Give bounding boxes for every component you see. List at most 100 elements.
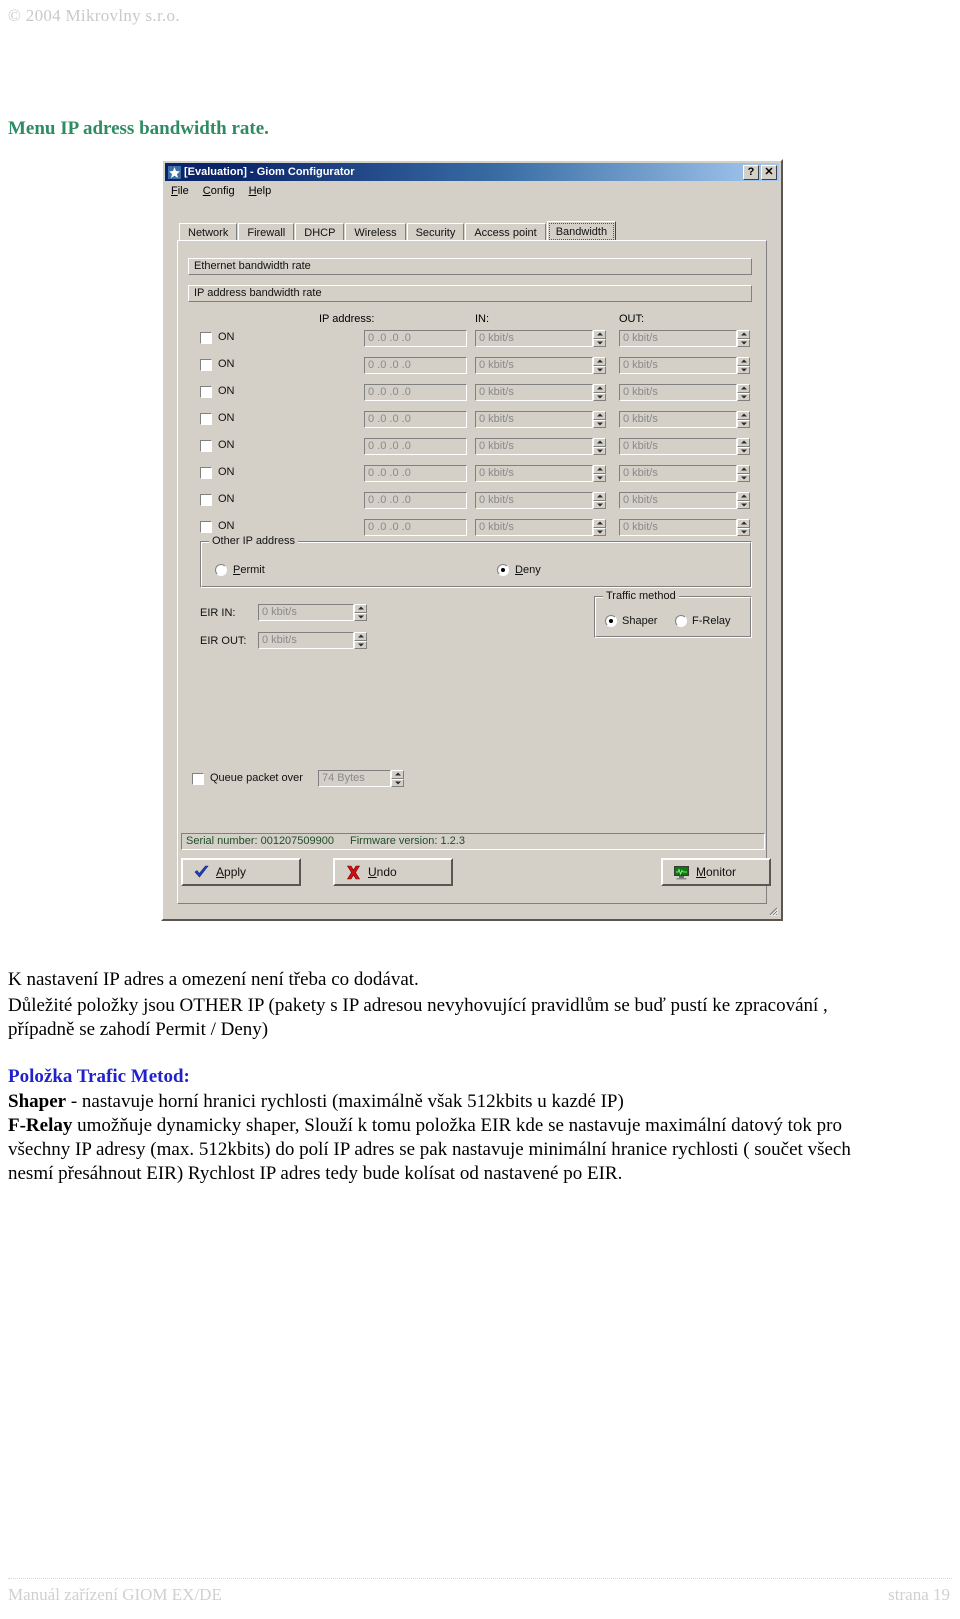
row-out-input[interactable]: 0 kbit/s: [619, 411, 737, 428]
row-in-spinner[interactable]: [593, 411, 606, 428]
row-out-spinner[interactable]: [737, 465, 750, 482]
row-enable-checkbox[interactable]: [200, 386, 212, 398]
row-enable-label: ON: [218, 385, 235, 397]
trafic-metod-heading: Položka Trafic Metod:: [8, 1066, 190, 1087]
footer-divider: [8, 1578, 952, 1579]
row-ip-input[interactable]: 0 .0 .0 .0: [364, 384, 467, 401]
row-out-input[interactable]: 0 kbit/s: [619, 330, 737, 347]
row-out-spinner[interactable]: [737, 492, 750, 509]
row-enable-checkbox[interactable]: [200, 413, 212, 425]
row-out-spinner[interactable]: [737, 330, 750, 347]
page-title: Menu IP adress bandwidth rate.: [8, 118, 269, 139]
tab-security[interactable]: Security: [406, 223, 465, 241]
table-row: ON 0 .0 .0 .0 0 kbit/s 0 kbit/s: [178, 491, 766, 511]
giom-configurator-window: [Evaluation] - Giom Configurator ? ✕ FFi…: [161, 159, 783, 921]
other-ip-address-group-title: Other IP address: [209, 536, 298, 547]
row-enable-label: ON: [218, 331, 235, 343]
row-out-spinner[interactable]: [737, 384, 750, 401]
traffic-method-group: Traffic method Shaper F-Relay: [594, 591, 752, 638]
deny-radio[interactable]: [497, 564, 509, 576]
monitor-button[interactable]: Monitor: [661, 858, 771, 886]
eir-out-spinner[interactable]: [354, 632, 367, 649]
queue-packet-spinner[interactable]: [391, 770, 404, 787]
column-header-in: IN:: [475, 313, 490, 325]
queue-packet-input[interactable]: 74 Bytes: [318, 770, 391, 787]
row-enable-label: ON: [218, 358, 235, 370]
ethernet-bandwidth-rate-header[interactable]: Ethernet bandwidth rate: [188, 258, 752, 275]
cross-icon: [345, 864, 362, 881]
row-in-spinner[interactable]: [593, 384, 606, 401]
row-ip-input[interactable]: 0 .0 .0 .0: [364, 438, 467, 455]
row-ip-input[interactable]: 0 .0 .0 .0: [364, 411, 467, 428]
menu-item-help[interactable]: Help: [249, 185, 272, 197]
row-in-spinner[interactable]: [593, 438, 606, 455]
row-in-input[interactable]: 0 kbit/s: [475, 330, 593, 347]
frelay-line: F-Relay umožňuje dynamicky shaper, Slouž…: [8, 1114, 952, 1137]
row-in-input[interactable]: 0 kbit/s: [475, 492, 593, 509]
row-in-spinner[interactable]: [593, 330, 606, 347]
menu-item-config[interactable]: Config: [203, 185, 235, 197]
row-ip-input[interactable]: 0 .0 .0 .0: [364, 519, 467, 536]
tab-strip: Network Firewall DHCP Wireless Security …: [179, 221, 617, 242]
row-out-spinner[interactable]: [737, 519, 750, 536]
row-in-input[interactable]: 0 kbit/s: [475, 519, 593, 536]
row-out-spinner[interactable]: [737, 411, 750, 428]
undo-button[interactable]: Undo: [333, 858, 453, 886]
row-enable-checkbox[interactable]: [200, 467, 212, 479]
shaper-desc: - nastavuje horní hranici rychlosti (max…: [66, 1091, 624, 1112]
row-enable-checkbox[interactable]: [200, 494, 212, 506]
apply-button[interactable]: Apply: [181, 858, 301, 886]
tab-firewall[interactable]: Firewall: [238, 223, 295, 241]
row-enable-checkbox[interactable]: [200, 359, 212, 371]
row-in-input[interactable]: 0 kbit/s: [475, 438, 593, 455]
row-in-spinner[interactable]: [593, 519, 606, 536]
eir-in-input[interactable]: 0 kbit/s: [258, 604, 354, 621]
row-in-input[interactable]: 0 kbit/s: [475, 411, 593, 428]
row-out-spinner[interactable]: [737, 357, 750, 374]
eir-out-input[interactable]: 0 kbit/s: [258, 632, 354, 649]
row-in-spinner[interactable]: [593, 492, 606, 509]
tab-wireless[interactable]: Wireless: [345, 223, 406, 241]
close-icon[interactable]: ✕: [761, 164, 777, 180]
row-enable-checkbox[interactable]: [200, 440, 212, 452]
row-out-spinner[interactable]: [737, 438, 750, 455]
row-ip-input[interactable]: 0 .0 .0 .0: [364, 357, 467, 374]
footer-manual-label: Manuál zařízení GIOM EX/DE: [8, 1585, 222, 1604]
help-button[interactable]: ?: [743, 164, 759, 180]
row-enable-checkbox[interactable]: [200, 332, 212, 344]
tab-bandwidth[interactable]: Bandwidth: [546, 221, 617, 242]
eir-in-spinner[interactable]: [354, 604, 367, 621]
row-out-input[interactable]: 0 kbit/s: [619, 465, 737, 482]
row-enable-checkbox[interactable]: [200, 521, 212, 533]
row-in-spinner[interactable]: [593, 357, 606, 374]
row-enable-label: ON: [218, 493, 235, 505]
row-ip-input[interactable]: 0 .0 .0 .0: [364, 492, 467, 509]
row-enable-label: ON: [218, 520, 235, 532]
row-ip-input[interactable]: 0 .0 .0 .0: [364, 465, 467, 482]
app-icon: [168, 165, 181, 179]
shaper-radio[interactable]: [605, 615, 617, 627]
tab-dhcp[interactable]: DHCP: [295, 223, 345, 241]
row-in-input[interactable]: 0 kbit/s: [475, 357, 593, 374]
paragraph-1: K nastavení IP adres a omezení není třeb…: [8, 969, 419, 990]
row-out-input[interactable]: 0 kbit/s: [619, 519, 737, 536]
row-out-input[interactable]: 0 kbit/s: [619, 384, 737, 401]
frelay-radio[interactable]: [675, 615, 687, 627]
permit-radio[interactable]: [215, 564, 227, 576]
row-out-input[interactable]: 0 kbit/s: [619, 438, 737, 455]
row-out-input[interactable]: 0 kbit/s: [619, 357, 737, 374]
row-in-spinner[interactable]: [593, 465, 606, 482]
row-enable-label: ON: [218, 466, 235, 478]
row-in-input[interactable]: 0 kbit/s: [475, 384, 593, 401]
resize-grip[interactable]: [766, 904, 779, 917]
tab-network[interactable]: Network: [179, 223, 238, 241]
frelay-label: F-Relay: [692, 615, 731, 627]
ip-address-bandwidth-rate-header[interactable]: IP address bandwidth rate: [188, 285, 752, 302]
tab-access-point[interactable]: Access point: [465, 223, 546, 241]
menu-item-file[interactable]: FFileile: [171, 185, 189, 197]
frelay-term: F-Relay: [8, 1115, 73, 1136]
row-in-input[interactable]: 0 kbit/s: [475, 465, 593, 482]
row-out-input[interactable]: 0 kbit/s: [619, 492, 737, 509]
row-ip-input[interactable]: 0 .0 .0 .0: [364, 330, 467, 347]
queue-packet-checkbox[interactable]: [192, 773, 204, 785]
